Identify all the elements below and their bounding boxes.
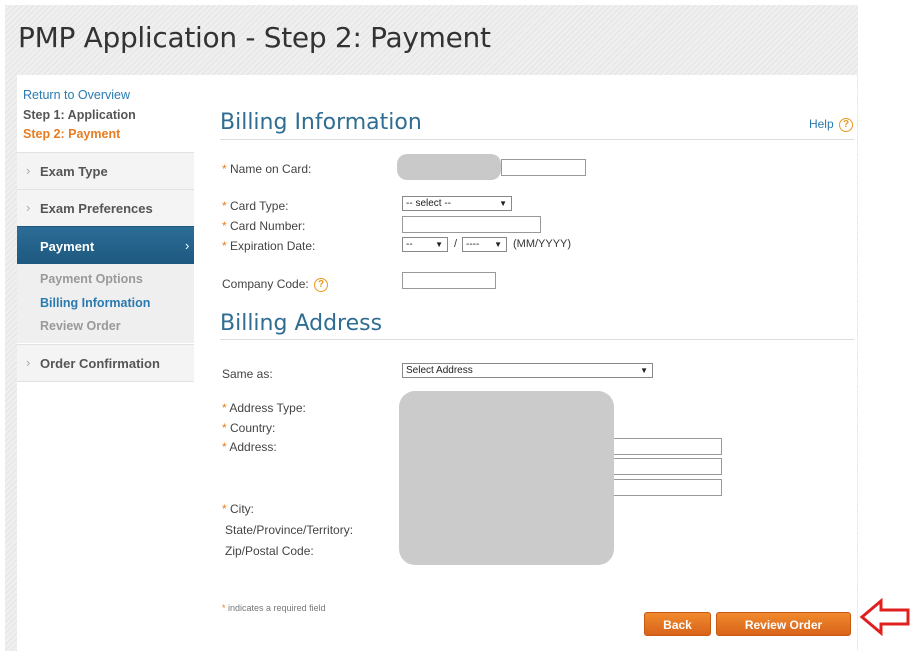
sidebar-item-order-confirmation[interactable]: › Order Confirmation xyxy=(17,344,194,382)
redacted-address xyxy=(399,391,614,565)
back-button[interactable]: Back xyxy=(644,612,711,636)
name-on-card-label: * Name on Card: xyxy=(222,162,312,176)
step1-link[interactable]: Step 1: Application xyxy=(23,108,136,122)
chevron-right-icon: › xyxy=(26,200,31,215)
subnav-billing-information[interactable]: Billing Information xyxy=(40,296,150,310)
card-number-field[interactable] xyxy=(402,216,541,233)
help-link[interactable]: Help ? xyxy=(809,117,853,132)
chevron-right-icon: › xyxy=(26,355,31,370)
address-line1-field[interactable] xyxy=(612,438,722,455)
subnav-review-order[interactable]: Review Order xyxy=(40,319,121,333)
dropdown-arrow-icon: ▼ xyxy=(499,199,507,208)
required-field-note: * indicates a required field xyxy=(222,603,326,613)
sidebar-item-exam-preferences[interactable]: › Exam Preferences xyxy=(17,189,194,227)
divider xyxy=(220,339,854,340)
question-circle-icon: ? xyxy=(839,117,853,132)
address-type-label: * Address Type: xyxy=(222,401,306,415)
city-label: * City: xyxy=(222,502,255,516)
company-code-label: Company Code: ? xyxy=(222,277,329,292)
chevron-right-icon: › xyxy=(26,163,31,178)
card-type-select[interactable]: -- select -- ▼ xyxy=(402,196,512,211)
question-circle-icon[interactable]: ? xyxy=(314,277,329,292)
sidebar-item-exam-type[interactable]: › Exam Type xyxy=(17,152,194,190)
company-code-field[interactable] xyxy=(402,272,496,289)
sidebar-item-label: Payment xyxy=(40,239,95,254)
step2-label: Step 2: Payment xyxy=(23,127,121,141)
expiration-year-select[interactable]: ---- ▼ xyxy=(462,237,507,252)
content-panel: Return to Overview Step 1: Application S… xyxy=(17,75,857,656)
review-order-button[interactable]: Review Order xyxy=(716,612,851,636)
address-line3-field[interactable] xyxy=(612,479,722,496)
card-type-label: * Card Type: xyxy=(222,199,289,213)
same-as-address-select[interactable]: Select Address ▼ xyxy=(402,363,653,378)
name-on-card-field[interactable] xyxy=(501,159,586,176)
date-separator: / xyxy=(454,238,458,250)
red-arrow-icon xyxy=(859,597,910,637)
page-title: PMP Application - Step 2: Payment xyxy=(18,21,491,54)
help-label: Help xyxy=(808,117,834,131)
subnav-payment-options[interactable]: Payment Options xyxy=(40,272,143,286)
page-frame: PMP Application - Step 2: Payment Return… xyxy=(5,5,858,656)
chevron-right-icon: › xyxy=(185,238,190,253)
sidebar-item-label: Order Confirmation xyxy=(40,356,160,371)
dropdown-arrow-icon: ▼ xyxy=(435,240,443,249)
billing-information-heading: Billing Information xyxy=(220,110,422,135)
divider xyxy=(220,139,854,140)
return-to-overview-link[interactable]: Return to Overview xyxy=(23,88,130,102)
sidebar-item-payment[interactable]: Payment › xyxy=(17,226,194,265)
sidebar: Return to Overview Step 1: Application S… xyxy=(17,75,194,385)
country-label: * Country: xyxy=(222,421,276,435)
sidebar-item-label: Exam Type xyxy=(40,164,108,179)
same-as-label: Same as: xyxy=(222,367,273,381)
zip-label: Zip/Postal Code: xyxy=(225,544,314,558)
dropdown-arrow-icon: ▼ xyxy=(494,240,502,249)
card-number-label: * Card Number: xyxy=(222,219,306,233)
sidebar-item-label: Exam Preferences xyxy=(40,201,153,216)
address-label: * Address: xyxy=(222,440,277,454)
payment-subnav: Payment Options Billing Information Revi… xyxy=(17,264,194,343)
billing-address-heading: Billing Address xyxy=(220,311,383,336)
date-format-hint: (MM/YYYY) xyxy=(513,238,572,250)
dropdown-arrow-icon: ▼ xyxy=(640,366,648,375)
redacted-name xyxy=(397,154,501,180)
state-label: State/Province/Territory: xyxy=(225,523,354,537)
expiration-date-label: * Expiration Date: xyxy=(222,239,316,253)
expiration-month-select[interactable]: -- ▼ xyxy=(402,237,448,252)
address-line2-field[interactable] xyxy=(612,458,722,475)
